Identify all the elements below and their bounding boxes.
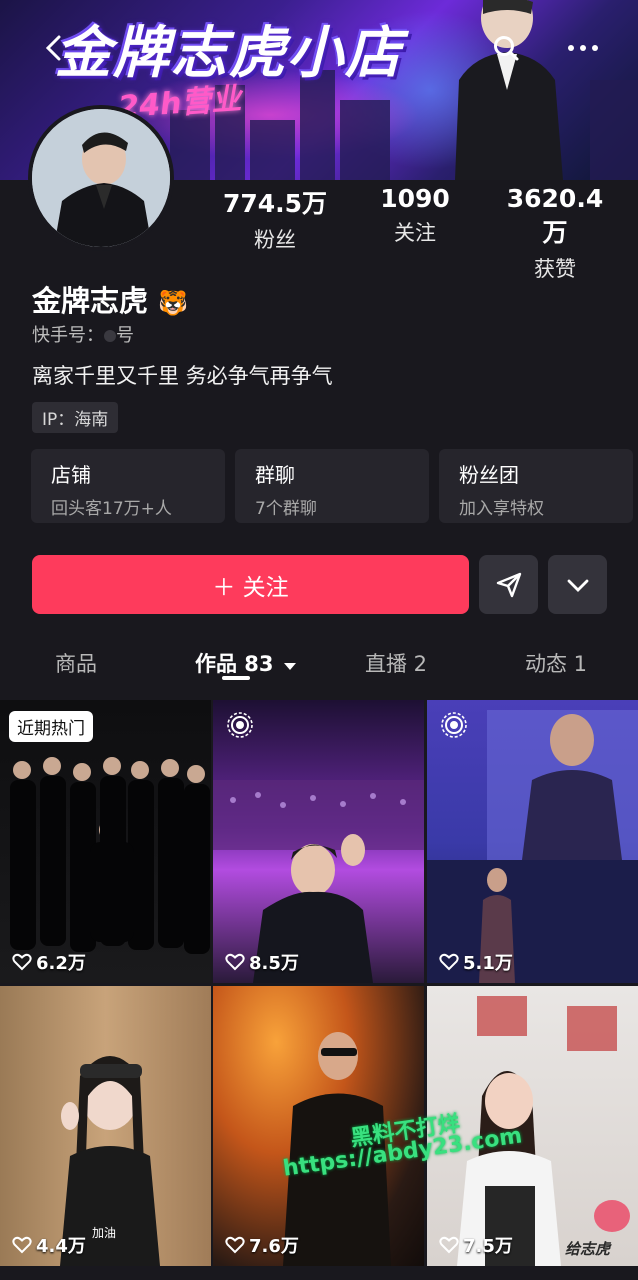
work-thumbnail[interactable]: 近期热门 6.2万 bbox=[0, 700, 211, 983]
card-subtitle: 加入享特权 bbox=[459, 499, 544, 519]
like-count-value: 8.5万 bbox=[249, 953, 299, 974]
more-options-button[interactable] bbox=[548, 555, 607, 614]
stage-photo-image bbox=[427, 710, 638, 983]
heart-icon bbox=[439, 1236, 459, 1254]
tiger-emoji-icon: 🐯 bbox=[158, 289, 189, 317]
profile-bio: 离家千里又千里 务必争气再争气 bbox=[32, 364, 333, 388]
card-fan-club[interactable]: 粉丝团 加入享特权 bbox=[439, 449, 633, 523]
card-group-chat[interactable]: 群聊 7个群聊 bbox=[235, 449, 429, 523]
card-title: 粉丝团 bbox=[459, 463, 519, 487]
works-grid: 近期热门 6.2万 8.5万 5.1万 加油 4.4万 7.6万 给志虎 7.5… bbox=[0, 700, 638, 1280]
heart-icon bbox=[12, 953, 32, 971]
heart-icon bbox=[225, 1236, 245, 1254]
follow-button[interactable]: ＋ 关注 bbox=[32, 555, 469, 614]
like-count-value: 4.4万 bbox=[36, 1236, 86, 1257]
like-count: 4.4万 bbox=[12, 1232, 86, 1258]
stat-label: 关注 bbox=[394, 221, 436, 245]
kuaishou-id-label: 快手号： bbox=[32, 325, 104, 346]
kuaishou-id-blur bbox=[104, 330, 116, 342]
concert-photo-image bbox=[213, 780, 424, 983]
search-icon[interactable] bbox=[488, 30, 524, 66]
banner-person-image bbox=[455, 0, 563, 180]
ip-location-badge: IP：海南 bbox=[32, 402, 119, 433]
like-count-value: 5.1万 bbox=[463, 953, 513, 974]
live-icon bbox=[227, 712, 253, 738]
card-shop[interactable]: 店铺 回头客17万+人 bbox=[31, 449, 225, 523]
content-tabs: 商品 作品 83 直播 2 动态 1 bbox=[0, 648, 638, 693]
video-caption: 给志虎 bbox=[565, 1240, 611, 1258]
live-icon bbox=[441, 712, 467, 738]
stat-label: 获赞 bbox=[534, 257, 576, 281]
cheer-text: 加油 bbox=[92, 1226, 117, 1240]
card-subtitle: 7个群聊 bbox=[255, 499, 317, 519]
like-count-value: 7.6万 bbox=[249, 1236, 299, 1257]
back-icon[interactable] bbox=[36, 30, 72, 66]
profile-stats: 774.5万 粉丝 1090 关注 3620.4万 获赞 bbox=[215, 184, 615, 283]
like-count-value: 6.2万 bbox=[36, 953, 86, 974]
heart-icon bbox=[439, 953, 459, 971]
banner-building bbox=[250, 120, 295, 180]
kuaishou-id: 快手号： 号 bbox=[32, 321, 134, 347]
stat-followers[interactable]: 774.5万 粉丝 bbox=[215, 184, 335, 283]
more-icon[interactable] bbox=[565, 30, 601, 66]
profile-name-text: 金牌志虎 bbox=[32, 284, 149, 318]
send-icon bbox=[496, 572, 521, 597]
caret-down-icon bbox=[283, 663, 296, 670]
feature-cards: 店铺 回头客17万+人 群聊 7个群聊 粉丝团 加入享特权 bbox=[31, 449, 637, 523]
card-subtitle: 回头客17万+人 bbox=[51, 499, 172, 519]
avatar-image bbox=[32, 109, 170, 247]
avatar[interactable] bbox=[28, 105, 174, 251]
tab-works-label: 作品 83 bbox=[195, 652, 274, 676]
like-count: 6.2万 bbox=[12, 949, 86, 975]
card-title: 店铺 bbox=[51, 463, 91, 487]
kuaishou-id-suffix: 号 bbox=[116, 325, 134, 346]
stat-value: 1090 bbox=[380, 184, 450, 213]
stat-following[interactable]: 1090 关注 bbox=[355, 184, 475, 283]
banner-building bbox=[340, 100, 390, 180]
stat-value: 774.5万 bbox=[222, 189, 328, 218]
chevron-down-icon bbox=[567, 579, 588, 592]
like-count: 7.5万 bbox=[439, 1232, 513, 1258]
tab-live[interactable]: 直播 2 bbox=[365, 648, 427, 678]
work-thumbnail[interactable]: 8.5万 bbox=[213, 700, 424, 983]
stat-label: 粉丝 bbox=[254, 228, 296, 252]
work-thumbnail[interactable]: 加油 4.4万 bbox=[0, 986, 211, 1266]
hot-badge: 近期热门 bbox=[9, 711, 93, 742]
work-thumbnail[interactable]: 5.1万 bbox=[427, 700, 638, 983]
heart-icon bbox=[225, 953, 245, 971]
like-count: 7.6万 bbox=[225, 1232, 299, 1258]
profile-name: 金牌志虎 🐯 bbox=[32, 278, 188, 320]
heart-icon bbox=[12, 1236, 32, 1254]
like-count: 5.1万 bbox=[439, 949, 513, 975]
tab-moments[interactable]: 动态 1 bbox=[525, 648, 587, 678]
stat-value: 3620.4万 bbox=[506, 184, 604, 247]
like-count-value: 7.5万 bbox=[463, 1236, 513, 1257]
share-button[interactable] bbox=[479, 555, 538, 614]
like-count: 8.5万 bbox=[225, 949, 299, 975]
tab-active-indicator bbox=[222, 676, 250, 680]
group-photo-image bbox=[10, 757, 210, 954]
tab-works[interactable]: 作品 83 bbox=[195, 648, 297, 678]
banner-building bbox=[590, 80, 638, 180]
stat-likes[interactable]: 3620.4万 获赞 bbox=[495, 184, 615, 283]
card-title: 群聊 bbox=[255, 463, 295, 487]
tab-products[interactable]: 商品 bbox=[55, 648, 97, 678]
